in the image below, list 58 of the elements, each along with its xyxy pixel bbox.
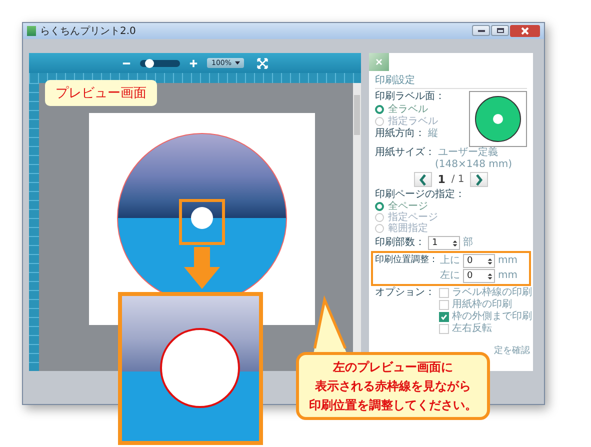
radio-option[interactable]: 全ラベル [375,104,465,115]
minimize-icon[interactable] [472,25,490,36]
field-label: 印刷ページの指定： [375,189,466,201]
next-button[interactable] [470,172,488,187]
number-field[interactable]: 0 [463,269,495,283]
section-heading: 印刷設定 [375,73,527,89]
field-value: (148×148 mm) [435,159,512,171]
close-icon[interactable] [510,25,540,37]
radio-option[interactable]: 指定ページ [375,212,527,223]
page-count: / 1 [451,174,464,185]
page-number: 1 [438,173,446,186]
radio-option[interactable]: 範囲指定 [375,223,527,234]
callout-text: 左のプレビュー画面に 表示される赤枠線を見ながら 印刷位置を調整してください。 [309,358,477,414]
checkbox[interactable] [439,324,449,334]
field-label: 用紙サイズ： [375,147,435,159]
maximize-icon[interactable] [491,25,509,36]
previous-button[interactable] [414,172,432,187]
radio-option[interactable]: 全ページ [375,201,527,212]
zoom-slider[interactable] [140,60,180,66]
highlight-frame [179,199,225,245]
fit-screen-icon[interactable] [256,58,268,68]
field-label: 印刷部数： [375,237,425,249]
radio-option[interactable]: 指定ラベル [375,116,465,127]
unit-label: mm [498,255,518,267]
field-label: 上に [440,255,460,267]
arrow-drawing [184,247,220,289]
spinner-icon[interactable] [487,272,493,280]
checkbox-option[interactable]: 左右反転 [439,323,532,335]
checkbox[interactable] [439,288,449,298]
spinner-icon[interactable] [487,256,493,266]
window-title: らくちんプリント2.0 [40,24,136,38]
checkbox[interactable] [439,300,449,310]
slider-thumb[interactable] [145,58,154,68]
checkbox-option[interactable]: 枠の外側まで印刷 [439,311,532,323]
checkbox-option[interactable]: ラベル枠線の印刷 [439,287,532,299]
annotation-label: プレビュー画面 [45,80,157,106]
close-button[interactable]: × [369,53,389,71]
chevron-left-icon [418,174,427,186]
chevron-right-icon [475,174,484,186]
field-label: オプション： [375,287,435,300]
spinner-icon[interactable] [452,238,458,248]
field-label: 用紙方向： [375,128,425,140]
app-icon [27,26,36,36]
checkbox[interactable] [439,312,449,322]
field-label: 印刷ラベル面： [375,91,446,103]
field-value: ユーザー定義 [438,147,498,159]
checkbox-option[interactable]: 用紙枠の印刷 [439,299,532,311]
confirm-link[interactable]: 定を確認 [494,344,530,357]
field-label: 左に [440,270,460,282]
unit-label: mm [498,270,518,282]
number-field[interactable]: 1 [428,236,460,250]
label-thumbnail [469,91,527,147]
number-field[interactable]: 0 [463,254,495,268]
field-label: 印刷位置調整： [375,254,438,267]
caret-icon [234,61,240,65]
unit-label: 部 [463,237,473,249]
field-value: 縦 [428,128,438,140]
plus-icon[interactable] [189,58,198,68]
